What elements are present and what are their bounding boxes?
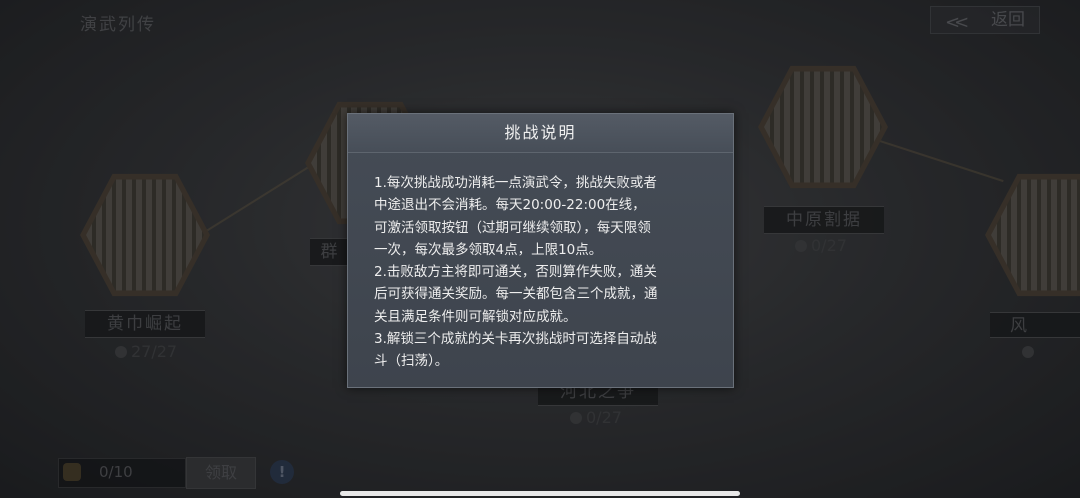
dialog-line: 一次，每次最多领取4点，上限10点。 [374, 241, 603, 258]
dialog-line: 中途退出不会消耗。每天20:00-22:00在线， [374, 197, 646, 214]
dialog-title: 挑战说明 [348, 114, 733, 153]
dialog-body: 1.每次挑战成功消耗一点演武令，挑战失败或者 中途退出不会消耗。每天20:00-… [374, 172, 714, 373]
dialog-line: 可激活领取按钮（过期可继续领取），每天限领 [374, 219, 651, 236]
dialog-line: 3.解锁三个成就的关卡再次挑战时可选择自动战 [374, 331, 657, 348]
dialog-line: 斗（扫荡）。 [374, 353, 449, 370]
challenge-info-dialog: 挑战说明 1.每次挑战成功消耗一点演武令，挑战失败或者 中途退出不会消耗。每天2… [347, 113, 734, 388]
dialog-line: 后可获得通关奖励。每一关都包含三个成就，通 [374, 286, 658, 303]
dialog-line: 2.击败敌方主将即可通关，否则算作失败，通关 [374, 264, 657, 281]
home-indicator[interactable] [340, 491, 740, 496]
dialog-line: 关且满足条件则可解锁对应成就。 [374, 308, 577, 325]
dialog-line: 1.每次挑战成功消耗一点演武令，挑战失败或者 [374, 175, 657, 191]
